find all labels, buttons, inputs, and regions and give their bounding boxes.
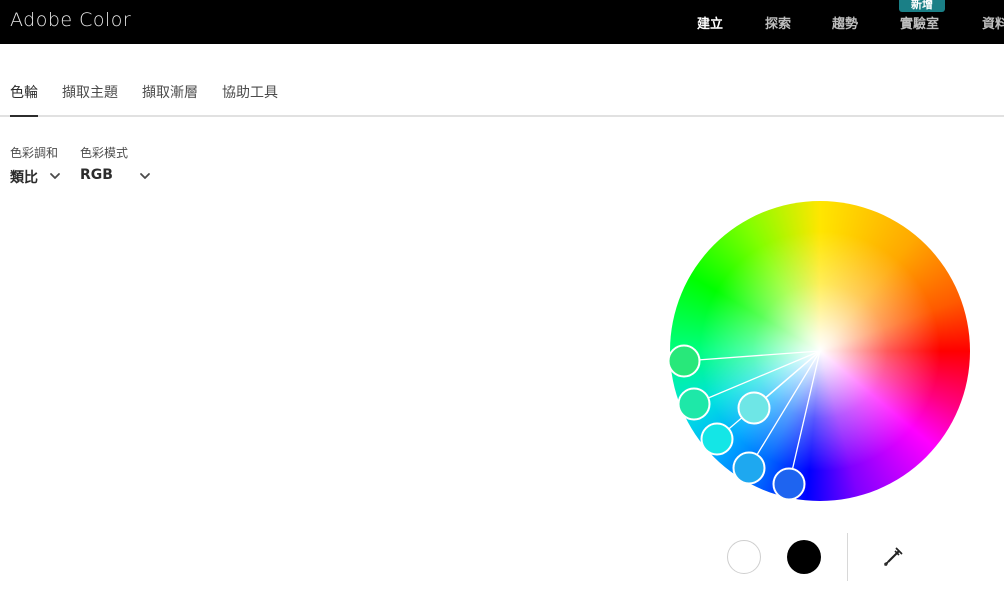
color-wheel[interactable] <box>667 201 970 501</box>
black-swatch[interactable] <box>787 540 821 574</box>
nav-library[interactable]: 資料 <box>982 13 1004 32</box>
tab-extract-theme[interactable]: 擷取主題 <box>62 82 118 102</box>
nav-labs[interactable]: 實驗室 <box>900 13 939 32</box>
base-color-handle[interactable] <box>737 391 771 425</box>
nav-create[interactable]: 建立 <box>697 13 723 32</box>
chevron-down-icon[interactable] <box>139 170 151 182</box>
harmony-label: 色彩調和 <box>10 146 59 160</box>
eyedropper-icon[interactable] <box>881 545 905 569</box>
tab-color-wheel[interactable]: 色輪 <box>10 82 38 102</box>
color-handle[interactable] <box>667 344 701 378</box>
color-handle[interactable] <box>677 387 711 421</box>
tab-bar: 色輪 擷取主題 擷取漸層 協助工具 <box>0 44 1004 117</box>
handle-line <box>788 350 821 485</box>
color-handle[interactable] <box>700 422 734 456</box>
nav-trends[interactable]: 趨勢 <box>832 13 858 32</box>
nav-explore[interactable]: 探索 <box>765 13 791 32</box>
color-handle[interactable] <box>772 467 806 501</box>
tab-accessibility-tools[interactable]: 協助工具 <box>222 82 278 102</box>
color-mode-dropdown[interactable]: RGB <box>80 167 113 183</box>
tab-extract-gradient[interactable]: 擷取漸層 <box>142 82 198 102</box>
harmony-dropdown[interactable]: 類比 <box>10 167 38 187</box>
color-handle[interactable] <box>732 451 766 485</box>
active-tab-indicator <box>10 115 38 117</box>
top-navigation-bar: Adobe Color 建立 探索 趨勢 新增 實驗室 資料 <box>0 0 1004 44</box>
color-mode-label: 色彩模式 <box>80 146 129 160</box>
white-swatch[interactable] <box>727 540 761 574</box>
wheel-handles-layer <box>667 344 821 501</box>
brand-logo-text[interactable]: Adobe Color <box>10 9 131 31</box>
new-badge: 新增 <box>899 0 945 12</box>
divider <box>847 533 848 581</box>
chevron-down-icon[interactable] <box>49 170 61 182</box>
